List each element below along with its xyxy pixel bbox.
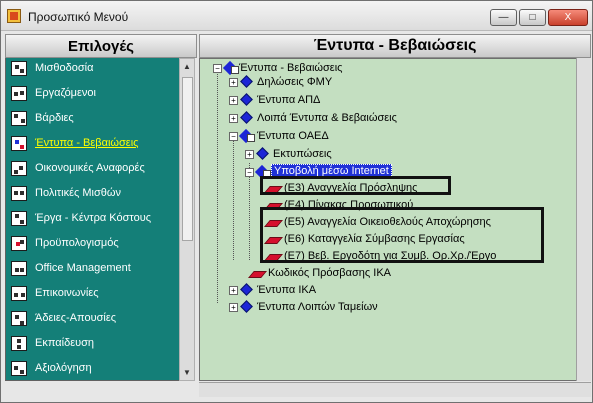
- tree-item-other-forms[interactable]: Λοιπά Έντυπα & Βεβαιώσεις: [257, 112, 397, 124]
- tree-vertical-scrollbar[interactable]: [576, 58, 591, 381]
- menu-item-label: Έργα - Κέντρα Κόστους: [35, 212, 152, 224]
- menu-item-forms[interactable]: Έντυπα - Βεβαιώσεις: [6, 133, 181, 155]
- menu-item-office-management[interactable]: Office Management: [6, 258, 181, 280]
- category-icon: [240, 93, 253, 106]
- tree-item-prints[interactable]: Εκτυπώσεις: [273, 148, 332, 160]
- scroll-down-icon[interactable]: ▼: [181, 366, 193, 379]
- expand-icon[interactable]: +: [245, 150, 254, 159]
- tree-item-fmy[interactable]: Δηλώσεις ΦΜΥ: [257, 76, 332, 88]
- menu-item-leave[interactable]: Άδειες-Απουσίες: [6, 308, 181, 330]
- menu-item-label: Επικοινωνίες: [35, 287, 99, 299]
- title-bar[interactable]: Προσωπικό Μενού — □ X: [1, 1, 592, 31]
- application-window: Προσωπικό Μενού — □ X Επιλογές Έντυπα - …: [0, 0, 593, 403]
- tree-connector: [217, 70, 218, 303]
- menu-item-label: Βάρδιες: [35, 112, 74, 124]
- menu-item-label: Μισθοδοσία: [35, 62, 94, 74]
- evaluation-icon: [11, 361, 27, 376]
- forms-tree-panel: − Έντυπα - Βεβαιώσεις + Δηλώσεις ΦΜΥ + Έ…: [199, 58, 591, 381]
- menu-item-projects[interactable]: Έργα - Κέντρα Κόστους: [6, 208, 181, 230]
- menu-item-label: Αξιολόγηση: [35, 362, 92, 374]
- training-icon: [11, 336, 27, 351]
- tree-item-apd[interactable]: Έντυπα ΑΠΔ: [257, 94, 320, 106]
- collapse-icon[interactable]: −: [245, 168, 254, 177]
- tree-connector: [233, 133, 234, 260]
- annotation-box-e3: [260, 176, 451, 195]
- document-icon: [248, 271, 267, 278]
- financial-reports-icon: [11, 161, 27, 176]
- menu-item-label: Εργαζόμενοι: [35, 87, 96, 99]
- menu-item-label: Εκπαίδευση: [35, 337, 95, 349]
- menu-item-label: Έντυπα - Βεβαιώσεις: [35, 137, 139, 149]
- minimize-button[interactable]: —: [490, 9, 517, 26]
- menu-item-employees[interactable]: Εργαζόμενοι: [6, 83, 181, 105]
- collapse-icon[interactable]: −: [213, 64, 222, 73]
- tree-root-label: Έντυπα - Βεβαιώσεις: [239, 62, 343, 74]
- wage-policy-icon: [11, 186, 27, 201]
- options-scrollbar[interactable]: ▲ ▼: [179, 58, 195, 381]
- category-icon: [256, 147, 269, 160]
- open-folder-icon: [240, 130, 255, 143]
- menu-item-label: Office Management: [35, 262, 131, 274]
- tree-item-ika[interactable]: Έντυπα ΙΚΑ: [257, 284, 316, 296]
- category-icon: [240, 300, 253, 313]
- leave-icon: [11, 311, 27, 326]
- office-icon: [11, 261, 27, 276]
- options-panel: Μισθοδοσία Εργαζόμενοι Βάρδιες Έντυπα - …: [5, 58, 195, 381]
- expand-icon[interactable]: +: [229, 78, 238, 87]
- annotation-box-e5-e7: [260, 207, 544, 263]
- category-icon: [240, 111, 253, 124]
- menu-item-label: Άδειες-Απουσίες: [35, 312, 117, 324]
- forms-header: Έντυπα - Βεβαιώσεις: [199, 34, 591, 58]
- menu-item-label: Προϋπολογισμός: [35, 237, 119, 249]
- menu-item-communications[interactable]: Επικοινωνίες: [6, 283, 181, 305]
- tree-item-other-funds[interactable]: Έντυπα Λοιπών Ταμείων: [257, 301, 378, 313]
- scroll-up-icon[interactable]: ▲: [181, 60, 193, 73]
- collapse-icon[interactable]: −: [229, 132, 238, 141]
- window-title: Προσωπικό Μενού: [28, 10, 129, 24]
- expand-icon[interactable]: +: [229, 114, 238, 123]
- forms-icon: [11, 136, 27, 151]
- projects-icon: [11, 211, 27, 226]
- menu-item-payroll[interactable]: Μισθοδοσία: [6, 58, 181, 80]
- tree-connector: [249, 163, 250, 260]
- menu-item-financial-reports[interactable]: Οικονομικές Αναφορές: [6, 158, 181, 180]
- application-icon: [7, 9, 21, 23]
- tree-item-ika-password[interactable]: Κωδικός Πρόσβασης ΙΚΑ: [268, 267, 391, 279]
- tree-horizontal-scrollbar[interactable]: [199, 382, 591, 397]
- category-icon: [240, 283, 253, 296]
- employees-icon: [11, 86, 27, 101]
- budget-icon: [11, 236, 27, 251]
- menu-item-budget[interactable]: Προϋπολογισμός: [6, 233, 181, 255]
- maximize-button[interactable]: □: [519, 9, 546, 26]
- menu-item-label: Πολιτικές Μισθών: [35, 187, 121, 199]
- close-button[interactable]: X: [548, 9, 588, 26]
- menu-item-label: Οικονομικές Αναφορές: [35, 162, 145, 174]
- communications-icon: [11, 286, 27, 301]
- menu-item-shifts[interactable]: Βάρδιες: [6, 108, 181, 130]
- options-header: Επιλογές: [5, 34, 197, 58]
- open-folder-icon: [224, 62, 239, 75]
- scrollbar-thumb[interactable]: [182, 77, 193, 241]
- expand-icon[interactable]: +: [229, 96, 238, 105]
- menu-item-training[interactable]: Εκπαίδευση: [6, 333, 181, 355]
- payroll-icon: [11, 61, 27, 76]
- shifts-icon: [11, 111, 27, 126]
- expand-icon[interactable]: +: [229, 286, 238, 295]
- category-icon: [240, 75, 253, 88]
- expand-icon[interactable]: +: [229, 303, 238, 312]
- tree-item-oaed[interactable]: Έντυπα ΟΑΕΔ: [257, 130, 329, 142]
- menu-item-evaluation[interactable]: Αξιολόγηση: [6, 358, 181, 380]
- menu-item-wage-policy[interactable]: Πολιτικές Μισθών: [6, 183, 181, 205]
